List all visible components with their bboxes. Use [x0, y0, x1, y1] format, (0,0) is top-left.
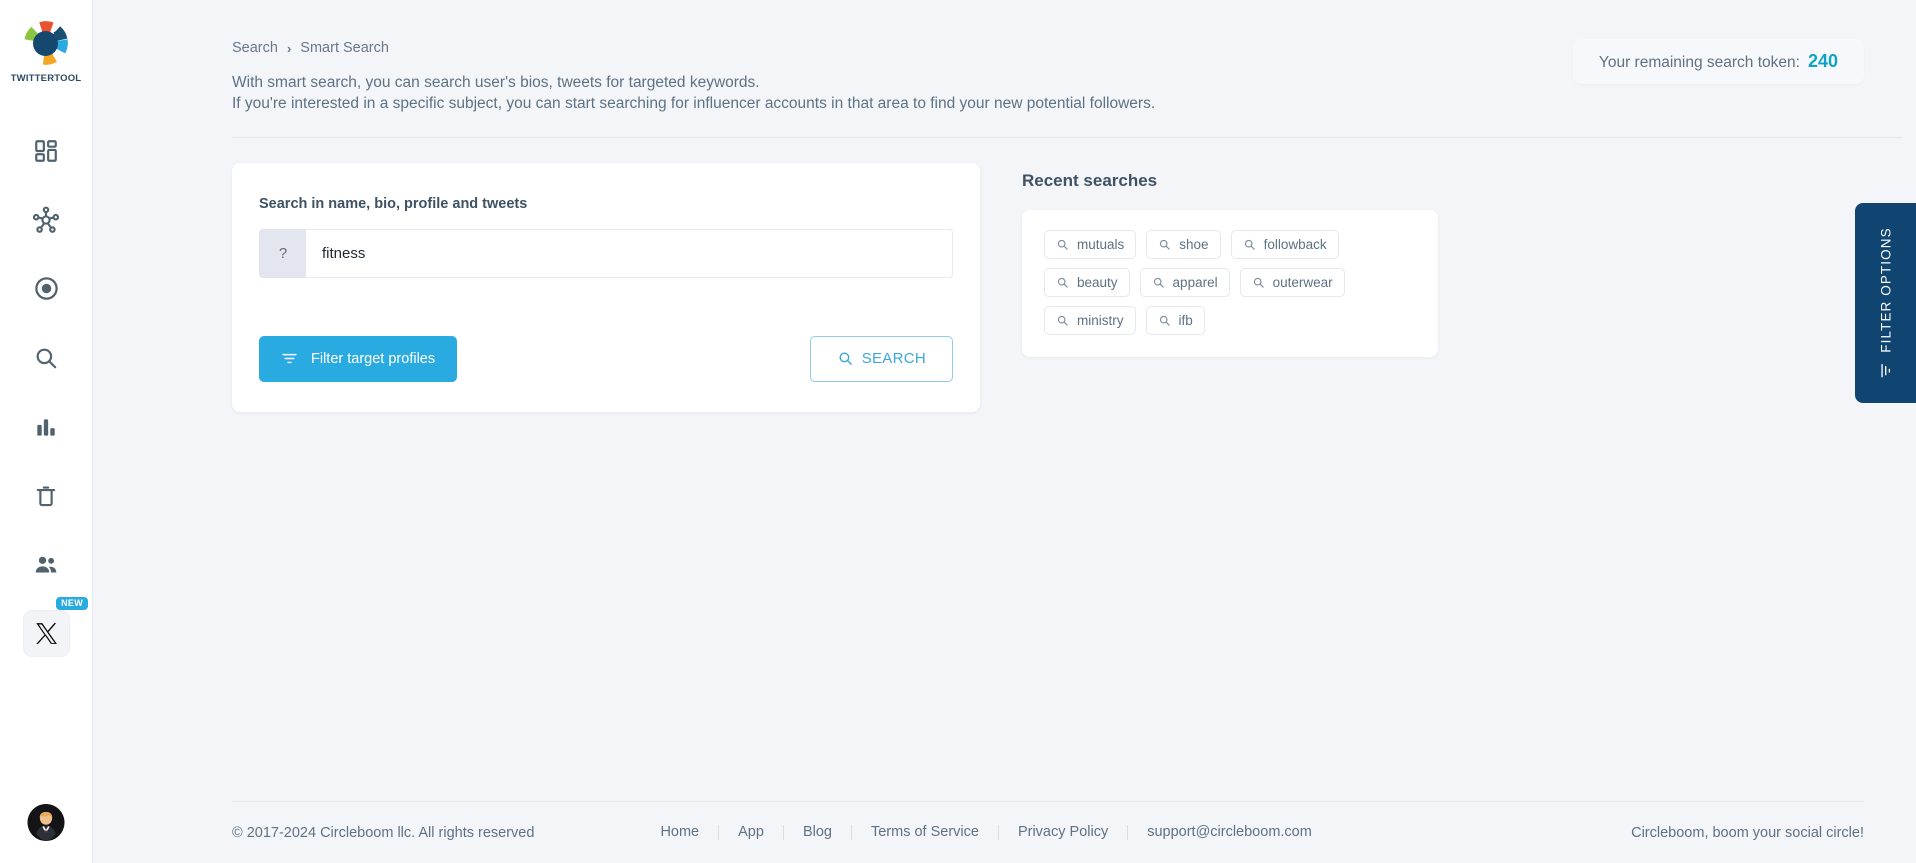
footer-tagline: Circleboom, boom your social circle! [1631, 824, 1864, 841]
search-icon [1057, 239, 1068, 250]
recent-search-chip-label: shoe [1179, 236, 1209, 252]
filter-icon [282, 354, 297, 364]
sidebar-item-search[interactable] [0, 323, 92, 392]
page-content: Search › Smart Search With smart search,… [93, 0, 1916, 801]
description-line-2: If you're interested in a specific subje… [232, 95, 1156, 113]
search-field-label: Search in name, bio, profile and tweets [259, 195, 528, 212]
token-label: Your remaining search token: [1598, 54, 1800, 71]
search-icon [36, 348, 57, 368]
search-icon [1057, 315, 1068, 326]
recent-search-chip-label: followback [1263, 236, 1327, 252]
recent-search-chip[interactable]: mutuals [1044, 229, 1137, 259]
filter-icon [1881, 364, 1890, 378]
trash-icon [36, 485, 56, 506]
new-badge: NEW [56, 597, 88, 610]
footer-link[interactable]: Blog [784, 825, 852, 840]
brand-name: TWITTERTOOL [10, 73, 82, 84]
search-icon [1057, 277, 1068, 288]
sidebar-item-analytics[interactable] [0, 392, 92, 461]
search-icon [1160, 239, 1170, 250]
search-icon [839, 352, 852, 366]
sidebar: TWITTERTOOL NEW [0, 0, 93, 863]
filter-options-tab-inner: FILTER OPTIONS [1878, 227, 1894, 378]
avatar-icon [27, 804, 65, 841]
recent-search-chip-label: ministry [1077, 312, 1124, 328]
recent-searches-card: mutuals shoe followback beauty apparel outerw… [1022, 209, 1438, 357]
token-value: 240 [1807, 51, 1838, 71]
search-input-group: ? [259, 228, 953, 278]
sidebar-item-dashboard[interactable] [0, 116, 92, 185]
circle-target-icon [34, 277, 58, 300]
filter-options-label: FILTER OPTIONS [1878, 227, 1894, 353]
recent-search-chip-label: ifb [1178, 312, 1193, 328]
sidebar-item-target[interactable] [0, 254, 92, 323]
search-icon [1159, 315, 1170, 326]
footer-link[interactable]: Privacy Policy [999, 825, 1129, 840]
recent-search-chip[interactable]: apparel [1139, 267, 1230, 297]
filter-button-label: Filter target profiles [311, 350, 436, 367]
search-card: Search in name, bio, profile and tweets … [232, 162, 980, 412]
network-hub-icon [32, 206, 60, 233]
sidebar-nav: NEW [0, 116, 92, 668]
footer-link[interactable]: Terms of Service [852, 825, 999, 840]
breadcrumb-root[interactable]: Search [232, 40, 278, 56]
sidebar-item-users[interactable] [0, 530, 92, 599]
x-logo-icon [35, 623, 57, 644]
circleboom-logo-icon [24, 21, 68, 65]
main-area: Search › Smart Search With smart search,… [93, 0, 1916, 863]
recent-search-chip[interactable]: ministry [1044, 305, 1136, 335]
header-divider [232, 136, 1902, 138]
bar-chart-icon [37, 418, 55, 436]
recent-search-chip[interactable]: followback [1230, 229, 1339, 259]
recent-search-chip[interactable]: shoe [1146, 229, 1221, 259]
footer-nav: Home App Blog Terms of Service Privacy Polic… [641, 825, 1330, 840]
recent-search-chip-label: apparel [1172, 274, 1218, 290]
panels-row: Search in name, bio, profile and tweets … [232, 162, 1916, 412]
filter-options-tab[interactable]: FILTER OPTIONS [1855, 203, 1916, 403]
sidebar-item-x[interactable]: NEW [0, 597, 92, 668]
footer-link[interactable]: Home [641, 825, 720, 840]
recent-search-chip-label: mutuals [1077, 236, 1125, 252]
search-button[interactable]: SEARCH [809, 335, 953, 382]
footer: © 2017-2024 Circleboom llc. All rights r… [232, 801, 1864, 863]
recent-search-chip[interactable]: ifb [1145, 305, 1205, 335]
users-icon [35, 556, 57, 572]
dashboard-grid-icon [35, 139, 57, 162]
search-icon [1153, 277, 1164, 288]
recent-search-chip[interactable]: beauty [1044, 267, 1130, 297]
help-question-icon[interactable]: ? [259, 228, 306, 278]
sidebar-item-delete[interactable] [0, 461, 92, 530]
description-line-1: With smart search, you can search user's… [232, 74, 760, 91]
page-description: With smart search, you can search user's… [232, 72, 1532, 115]
avatar[interactable] [27, 804, 65, 841]
x-logo-box[interactable] [22, 610, 70, 657]
footer-copyright: © 2017-2024 Circleboom llc. All rights r… [232, 824, 535, 841]
recent-searches-section: Recent searches mutuals shoe followback bea… [1022, 163, 1438, 412]
footer-link[interactable]: support@circleboom.com [1128, 825, 1331, 840]
recent-searches-title: Recent searches [1022, 170, 1158, 190]
search-button-label: SEARCH [861, 350, 926, 368]
brand-logo[interactable]: TWITTERTOOL [11, 17, 82, 84]
footer-link[interactable]: App [719, 825, 784, 840]
filter-target-profiles-button[interactable]: Filter target profiles [259, 335, 458, 382]
recent-search-chip-label: outerwear [1272, 274, 1333, 290]
card-actions: Filter target profiles SEARCH [259, 335, 953, 382]
token-badge: Your remaining search token: 240 [1572, 39, 1864, 84]
recent-search-chip[interactable]: outerwear [1239, 267, 1345, 297]
breadcrumb-separator-icon: › [286, 40, 292, 56]
search-input[interactable] [306, 228, 953, 278]
search-icon [1244, 239, 1255, 250]
recent-search-chip-label: beauty [1077, 274, 1118, 290]
breadcrumb-current: Smart Search [300, 40, 389, 56]
search-icon [1253, 277, 1264, 288]
sidebar-item-network[interactable] [0, 185, 92, 254]
